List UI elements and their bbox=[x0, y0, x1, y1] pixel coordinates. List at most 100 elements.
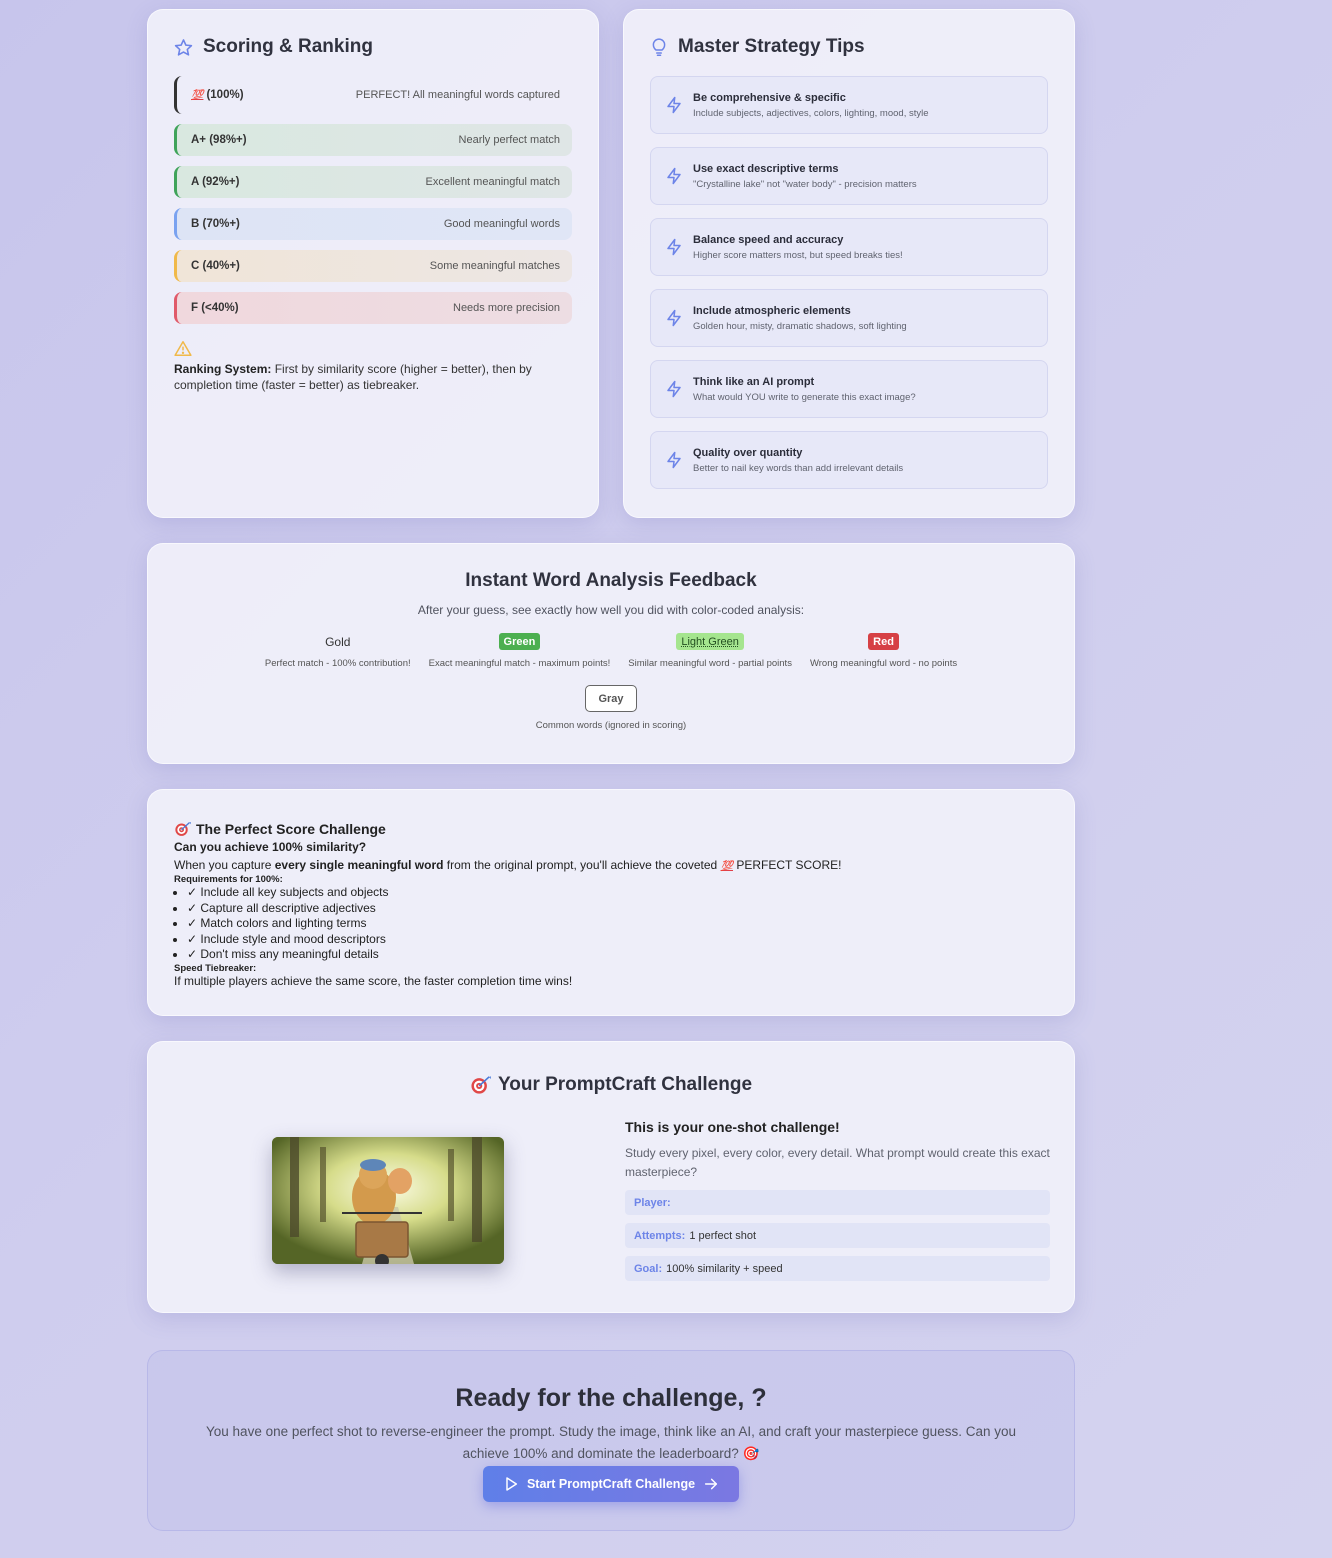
legend-desc: Perfect match - 100% contribution! bbox=[264, 658, 411, 669]
ready-section: Ready for the challenge, ? You have one … bbox=[147, 1350, 1075, 1531]
tip-item: Think like an AI prompt What would YOU wr… bbox=[650, 360, 1048, 418]
grade-desc: PERFECT! All meaningful words captured bbox=[355, 89, 560, 101]
tips-card: Master Strategy Tips Be comprehensive & … bbox=[623, 9, 1075, 518]
challenge-title: Your PromptCraft Challenge bbox=[148, 1074, 1074, 1096]
grade-desc: Good meaningful words bbox=[443, 218, 560, 230]
perfect-score-title: The Perfect Score Challenge bbox=[174, 821, 1048, 837]
lightning-icon bbox=[667, 380, 681, 398]
tip-item: Quality over quantity Better to nail key … bbox=[650, 431, 1048, 489]
grade-row-perfect: 💯 (100%) PERFECT! All meaningful words ca… bbox=[174, 76, 572, 114]
start-challenge-label: Start PromptCraft Challenge bbox=[526, 1477, 696, 1491]
grade-desc: Excellent meaningful match bbox=[425, 176, 560, 188]
perfect-score-question: Can you achieve 100% similarity? bbox=[174, 840, 367, 854]
scoring-title: Scoring & Ranking bbox=[174, 36, 572, 58]
legend-gold: Gold Perfect match - 100% contribution! bbox=[264, 633, 411, 670]
grade-row-f: F (<40%) Needs more precision bbox=[174, 292, 572, 324]
chip-red: Red bbox=[868, 633, 899, 650]
ready-desc: You have one perfect shot to reverse-eng… bbox=[206, 1424, 1016, 1461]
star-icon bbox=[174, 38, 193, 56]
tip-item: Balance speed and accuracy Higher score m… bbox=[650, 218, 1048, 276]
requirement-item: ✓ Include all key subjects and objects bbox=[187, 885, 1048, 901]
start-challenge-button[interactable]: Start PromptCraft Challenge bbox=[482, 1466, 740, 1502]
grade-row-aplus: A+ (98%+) Nearly perfect match bbox=[174, 124, 572, 156]
grade-label: A (92%+) bbox=[191, 176, 240, 188]
tip-desc: Better to nail key words than add irrele… bbox=[693, 462, 904, 474]
info-key: Attempts: bbox=[634, 1229, 686, 1242]
grade-label: F (<40%) bbox=[191, 302, 239, 314]
requirement-item: ✓ Match colors and lighting terms bbox=[187, 916, 1048, 932]
tip-desc: What would YOU write to generate this ex… bbox=[693, 391, 916, 403]
lightning-icon bbox=[667, 167, 681, 185]
grade-row-c: C (40%+) Some meaningful matches bbox=[174, 250, 572, 282]
info-value: 1 perfect shot bbox=[689, 1229, 756, 1242]
legend-row: Gold Perfect match - 100% contribution! … bbox=[148, 633, 1074, 669]
lightning-icon bbox=[667, 309, 681, 327]
perfect-score-title-text: The Perfect Score Challenge bbox=[196, 821, 386, 837]
arrow-right-icon bbox=[704, 1478, 718, 1490]
challenge-title-text: Your PromptCraft Challenge bbox=[497, 1074, 753, 1095]
tip-desc: Higher score matters most, but speed bre… bbox=[693, 249, 903, 261]
requirement-item: ✓ Don't miss any meaningful details bbox=[187, 947, 1048, 963]
goal-row: Goal: 100% similarity + speed bbox=[625, 1256, 1050, 1281]
challenge-details: This is your one-shot challenge! Study e… bbox=[625, 1119, 1050, 1281]
tip-item: Use exact descriptive terms "Crystalline … bbox=[650, 147, 1048, 205]
tip-item: Be comprehensive & specific Include subje… bbox=[650, 76, 1048, 134]
legend-light-green: Light Green Similar meaningful word - pa… bbox=[628, 633, 792, 669]
tip-desc: Golden hour, misty, dramatic shadows, so… bbox=[693, 320, 907, 332]
scoring-title-text: Scoring & Ranking bbox=[203, 36, 373, 57]
legend-desc: Similar meaningful word - partial points bbox=[628, 658, 792, 669]
attempts-row: Attempts: 1 perfect shot bbox=[625, 1223, 1050, 1248]
challenge-heading: This is your one-shot challenge! bbox=[625, 1119, 840, 1135]
tip-item: Include atmospheric elements Golden hour,… bbox=[650, 289, 1048, 347]
grade-label: A+ (98%+) bbox=[191, 134, 247, 146]
tiebreaker-title: Speed Tiebreaker: bbox=[174, 962, 257, 974]
ready-title: Ready for the challenge, ? bbox=[455, 1384, 767, 1412]
challenge-image bbox=[272, 1137, 504, 1264]
lightning-icon bbox=[667, 451, 681, 469]
tip-title: Include atmospheric elements bbox=[693, 304, 851, 317]
lightning-icon bbox=[667, 238, 681, 256]
requirement-item: ✓ Include style and mood descriptors bbox=[187, 932, 1048, 948]
feedback-card: Instant Word Analysis Feedback After you… bbox=[147, 543, 1075, 764]
ranking-note: Ranking System: First by similarity scor… bbox=[174, 340, 572, 393]
challenge-card: Your PromptCraft Challenge This is your … bbox=[147, 1041, 1075, 1313]
grade-row-a: A (92%+) Excellent meaningful match bbox=[174, 166, 572, 198]
legend-green: Green Exact meaningful match - maximum p… bbox=[429, 633, 610, 669]
chip-light-green: Light Green bbox=[676, 633, 744, 650]
grade-row-b: B (70%+) Good meaningful words bbox=[174, 208, 572, 240]
grade-list: 💯 (100%) PERFECT! All meaningful words ca… bbox=[174, 76, 572, 324]
hundred-icon: 💯 bbox=[720, 861, 734, 872]
tip-desc: "Crystalline lake" not "water body" - pr… bbox=[693, 178, 917, 190]
tips-title-text: Master Strategy Tips bbox=[678, 36, 865, 57]
target-icon bbox=[175, 821, 191, 836]
tip-desc: Include subjects, adjectives, colors, li… bbox=[693, 107, 929, 119]
tip-title: Be comprehensive & specific bbox=[693, 91, 846, 104]
info-key: Player: bbox=[634, 1196, 671, 1209]
requirements-title: Requirements for 100%: bbox=[174, 874, 283, 885]
feedback-subtitle: After your guess, see exactly how well y… bbox=[417, 603, 805, 617]
lightning-icon bbox=[667, 96, 681, 114]
tiebreaker-text: If multiple players achieve the same sco… bbox=[174, 973, 573, 988]
dog-cat-bicycle-image bbox=[272, 1137, 504, 1264]
lightbulb-icon bbox=[652, 38, 666, 56]
legend-desc: Wrong meaningful word - no points bbox=[809, 658, 958, 669]
grade-desc: Nearly perfect match bbox=[458, 134, 560, 146]
legend-desc: Common words (ignored in scoring) bbox=[535, 720, 687, 731]
chip-gray: Gray bbox=[585, 685, 637, 712]
target-icon bbox=[471, 1076, 491, 1094]
play-icon bbox=[506, 1477, 518, 1491]
perfect-score-card: The Perfect Score Challenge Can you achi… bbox=[147, 789, 1075, 1016]
chip-green: Green bbox=[498, 633, 541, 650]
ranking-note-title: Ranking System: bbox=[174, 362, 272, 376]
info-key: Goal: bbox=[634, 1262, 663, 1275]
tip-title: Use exact descriptive terms bbox=[693, 162, 839, 175]
tip-title: Quality over quantity bbox=[693, 446, 803, 459]
tip-list: Be comprehensive & specific Include subje… bbox=[650, 76, 1048, 489]
tip-title: Balance speed and accuracy bbox=[693, 233, 844, 246]
warning-icon bbox=[174, 341, 192, 356]
grade-desc: Needs more precision bbox=[453, 302, 560, 314]
grade-label: 💯 (100%) bbox=[191, 89, 244, 101]
requirements-list: ✓ Include all key subjects and objects ✓… bbox=[156, 885, 1048, 963]
player-row: Player: bbox=[625, 1190, 1050, 1215]
hundred-icon: 💯 bbox=[191, 90, 204, 101]
